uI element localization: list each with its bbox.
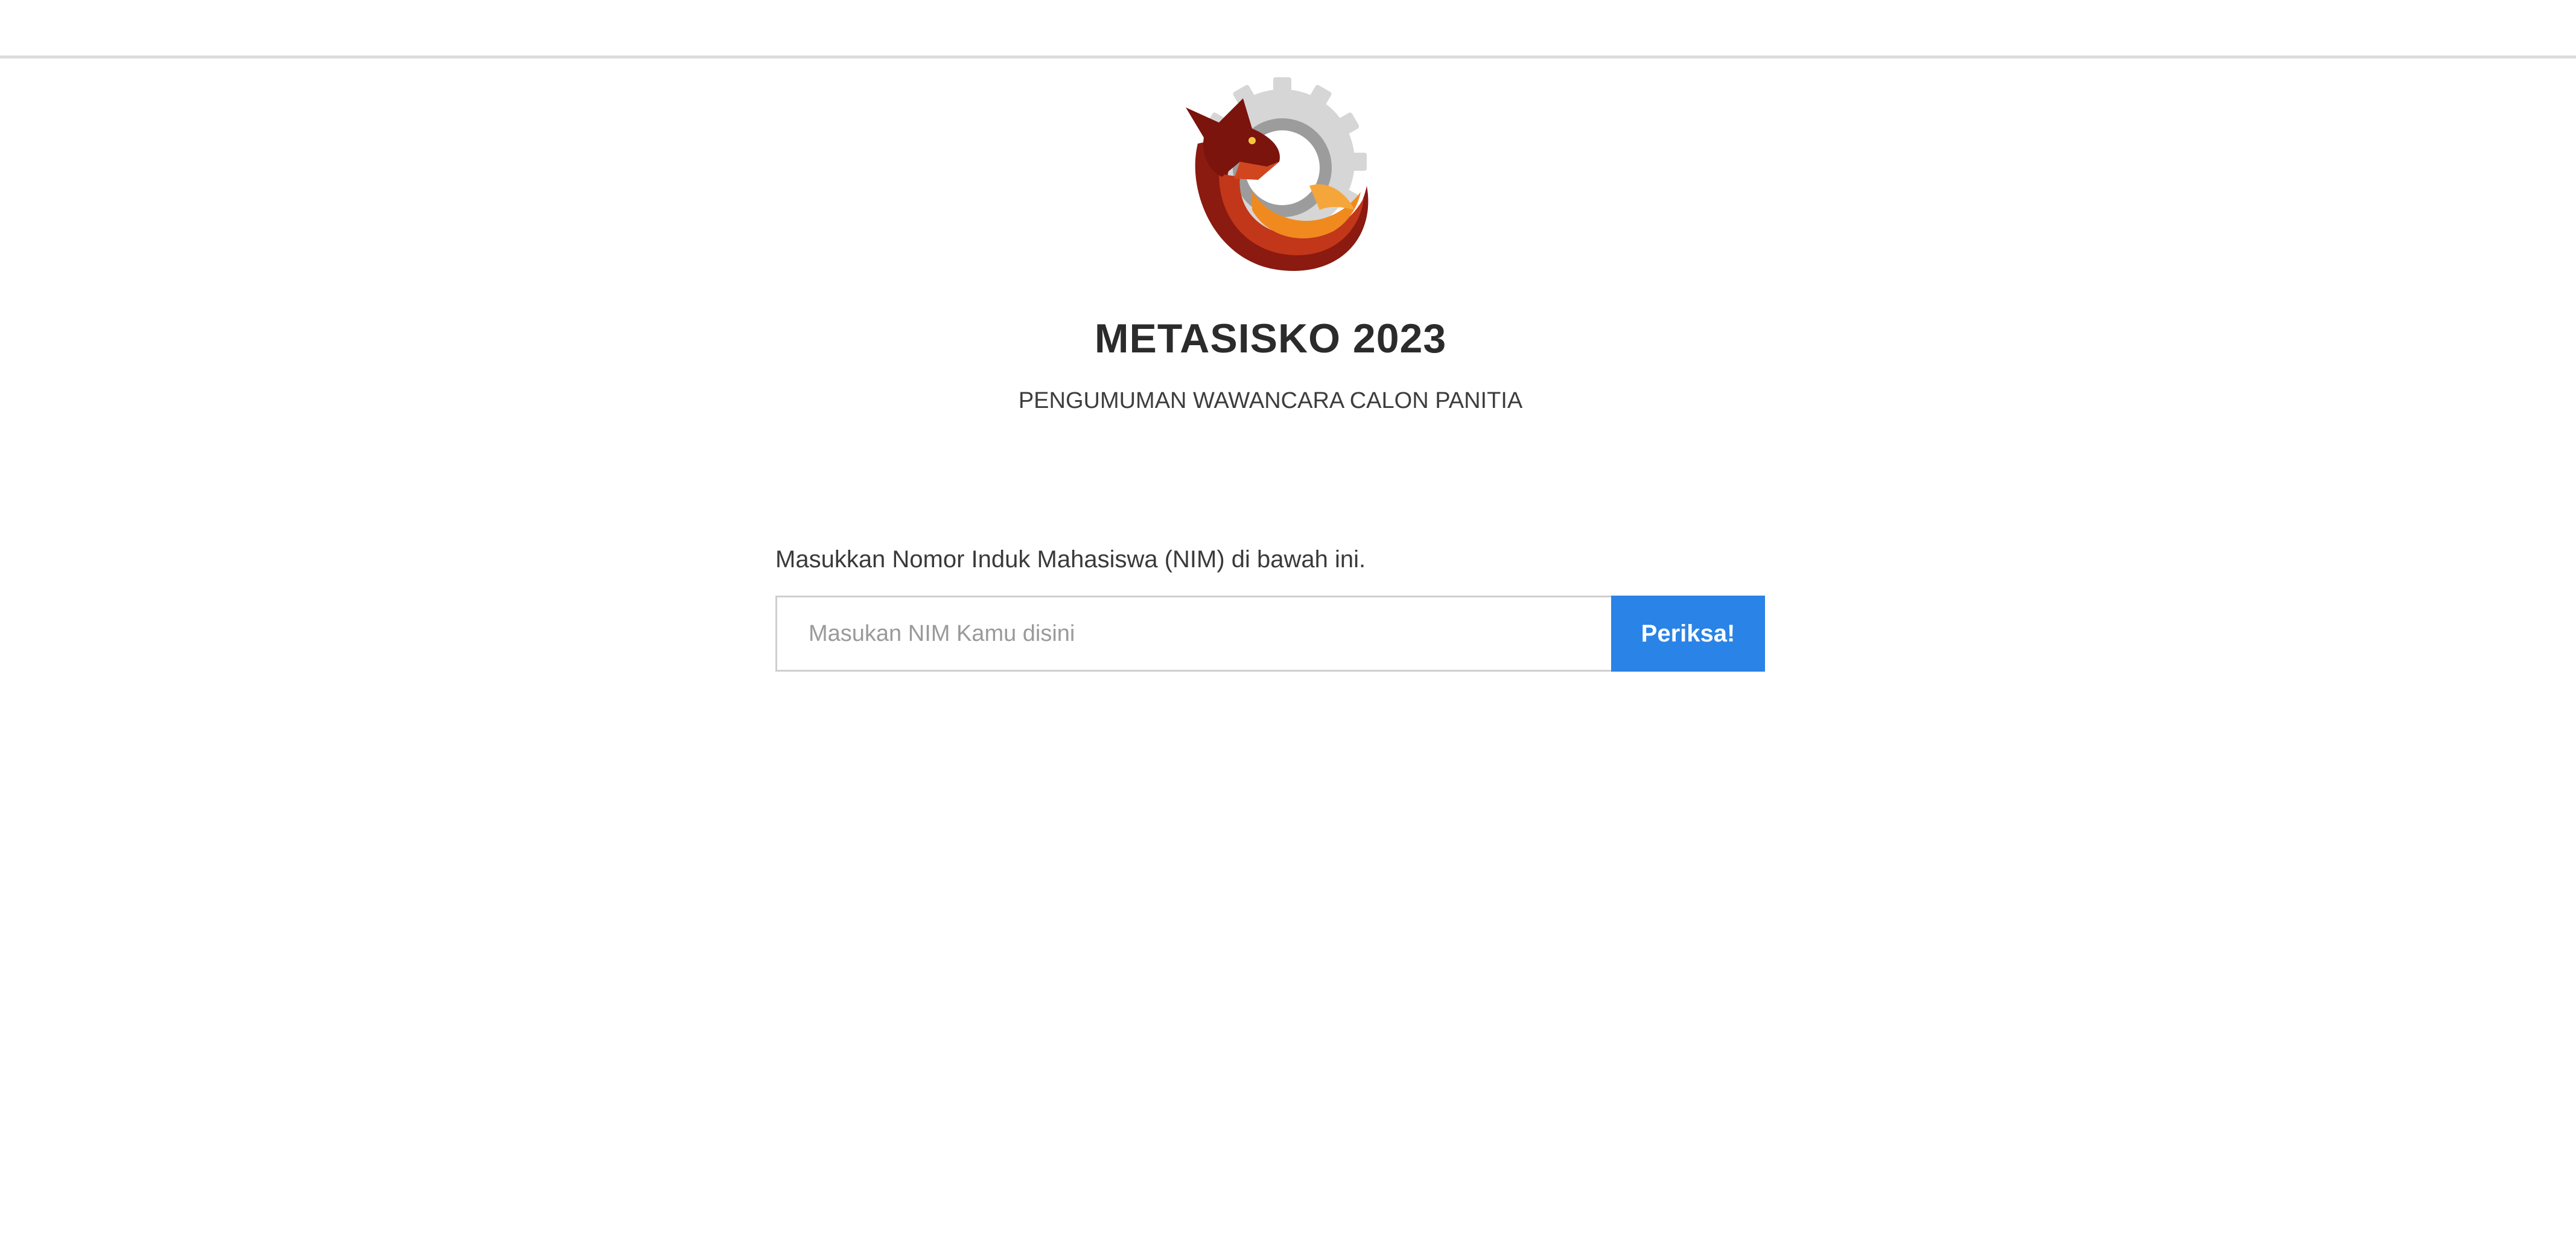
nim-instruction-label: Masukkan Nomor Induk Mahasiswa (NIM) di … <box>775 546 1366 573</box>
page-title: METASISKO 2023 <box>1094 316 1447 361</box>
nim-input[interactable] <box>775 596 1611 672</box>
page-subtitle: PENGUMUMAN WAWANCARA CALON PANITIA <box>1018 388 1523 413</box>
top-navbar <box>0 0 2576 59</box>
fox-gear-logo-icon <box>1162 71 1379 280</box>
nim-search-form: Periksa! <box>775 596 1765 672</box>
check-button[interactable]: Periksa! <box>1611 596 1765 672</box>
